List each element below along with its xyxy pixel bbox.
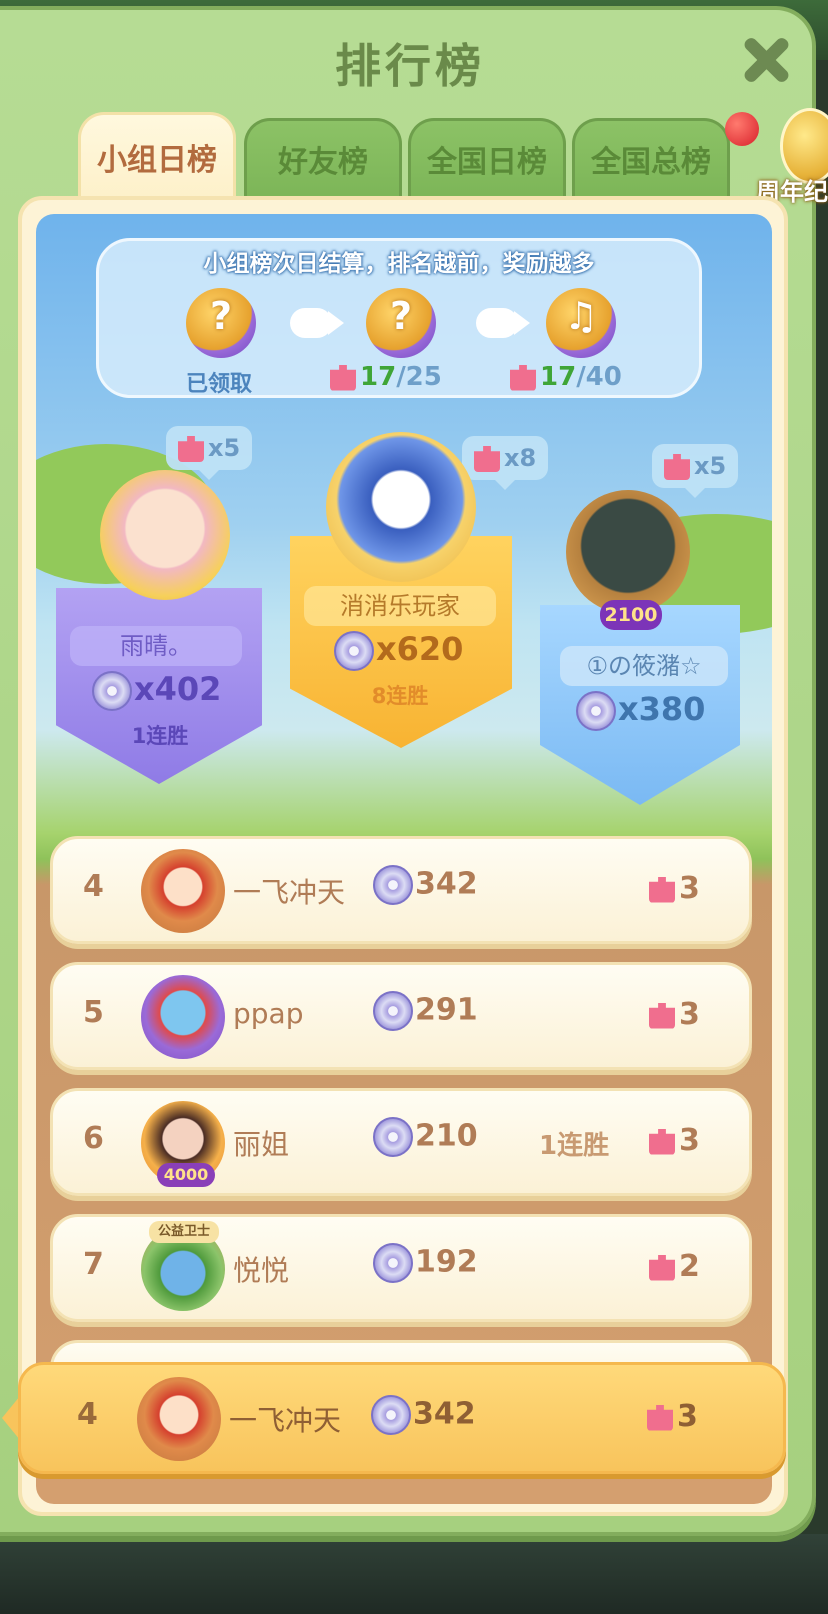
podium-3-badge: 2100 <box>600 600 662 630</box>
podium-1-avatar[interactable] <box>326 432 476 582</box>
banner-text: 小组榜次日结算，排名越前，奖励越多 <box>203 251 595 277</box>
cd-disc-icon <box>92 671 132 711</box>
win-streak: 1连胜 <box>539 1131 610 1161</box>
player-score: 192 <box>373 1243 478 1283</box>
table-row[interactable]: 6 4000 丽姐 210 1连胜 3 <box>50 1088 752 1196</box>
player-name: 一飞冲天 <box>233 876 346 909</box>
tab-national-daily[interactable]: 全国日榜 <box>408 118 566 200</box>
background-bottom <box>0 1534 828 1614</box>
puzzle-piece-icon <box>330 364 356 391</box>
player-name: 一飞冲天 <box>229 1404 342 1437</box>
rank-number: 7 <box>83 1247 104 1282</box>
podium-3-pieces: x5 <box>652 444 739 498</box>
podium-2-name: 雨晴。 <box>70 626 242 666</box>
cd-disc-icon <box>373 991 413 1031</box>
cd-disc-icon <box>373 1243 413 1283</box>
reward-progress-3: 17/40 <box>510 362 622 392</box>
podium-1-score: x620 <box>334 630 463 671</box>
podium-3-avatar[interactable] <box>566 490 690 614</box>
cd-disc-icon <box>576 691 616 731</box>
puzzle-pieces: 3 <box>649 997 700 1032</box>
puzzle-piece-icon <box>649 1128 675 1155</box>
puzzle-piece-icon <box>649 1254 675 1281</box>
avatar-badge: 4000 <box>157 1163 215 1187</box>
podium-1-pieces: x8 <box>462 436 549 490</box>
my-rank-row[interactable]: 4 一飞冲天 342 3 <box>18 1362 786 1474</box>
cd-disc-icon <box>373 865 413 905</box>
podium-2-pieces: x5 <box>166 426 253 480</box>
table-row[interactable]: 4 一飞冲天 342 3 <box>50 836 752 944</box>
puzzle-piece-icon <box>649 876 675 903</box>
player-score: 342 <box>371 1395 476 1435</box>
puzzle-piece-icon <box>649 1002 675 1029</box>
table-row[interactable]: 7 公益卫士 悦悦 192 2 <box>50 1214 752 1322</box>
player-name: 悦悦 <box>233 1254 290 1287</box>
rank-number: 4 <box>83 869 104 904</box>
puzzle-pieces: 3 <box>647 1399 698 1434</box>
player-name: ppap <box>233 997 304 1030</box>
arrow-right-icon <box>476 308 530 338</box>
avatar <box>137 1377 221 1461</box>
guitar-reward-icon[interactable]: ? <box>366 288 436 358</box>
reward-progress-2: 17/25 <box>330 362 442 392</box>
mystery-reward-icon[interactable]: ? <box>186 288 256 358</box>
close-icon[interactable] <box>740 34 792 86</box>
cd-disc-icon <box>373 1117 413 1157</box>
puzzle-piece-icon <box>647 1404 673 1431</box>
podium-3-name: ①の筱潴☆ <box>560 646 728 686</box>
cd-disc-icon <box>334 631 374 671</box>
tab-friends[interactable]: 好友榜 <box>244 118 402 200</box>
rank-number: 4 <box>77 1397 98 1432</box>
podium-3-score: x380 <box>576 690 705 731</box>
podium-2-streak: 1连胜 <box>131 724 189 748</box>
cd-disc-icon <box>371 1395 411 1435</box>
page-title: 排行榜 <box>335 39 485 93</box>
puzzle-piece-icon <box>664 454 690 480</box>
rank-number: 6 <box>83 1121 104 1156</box>
puzzle-piece-icon <box>510 364 536 391</box>
player-score: 342 <box>373 865 478 905</box>
puzzle-piece-icon <box>178 436 204 462</box>
reward-claimed-label: 已领取 <box>186 372 253 397</box>
table-row[interactable]: 5 ppap 291 3 <box>50 962 752 1070</box>
avatar-badge: 公益卫士 <box>149 1221 219 1243</box>
puzzle-piece-icon <box>474 446 500 472</box>
puzzle-pieces: 2 <box>649 1249 700 1284</box>
player-name: 丽姐 <box>233 1128 290 1161</box>
podium-2-score: x402 <box>92 670 221 711</box>
rank-number: 5 <box>83 995 104 1030</box>
player-score: 210 <box>373 1117 478 1157</box>
notification-dot <box>725 112 759 146</box>
guitar-reward-icon[interactable]: ♫ <box>546 288 616 358</box>
puzzle-pieces: 3 <box>649 871 700 906</box>
player-score: 291 <box>373 991 478 1031</box>
avatar <box>141 849 225 933</box>
podium-2-avatar[interactable] <box>100 470 230 600</box>
avatar <box>141 975 225 1059</box>
tab-national-total[interactable]: 全国总榜 <box>572 118 730 200</box>
puzzle-pieces: 3 <box>649 1123 700 1158</box>
podium-1-streak: 8连胜 <box>371 684 429 708</box>
tab-group-daily[interactable]: 小组日榜 <box>78 112 236 204</box>
arrow-right-icon <box>290 308 344 338</box>
podium-1-name: 消消乐玩家 <box>304 586 496 626</box>
